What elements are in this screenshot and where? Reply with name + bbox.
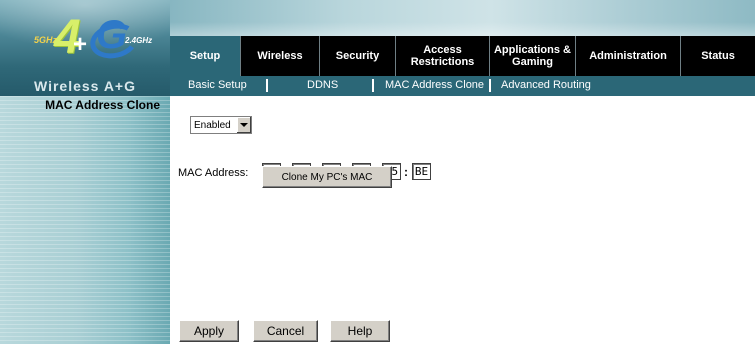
tab-applications-gaming[interactable]: Applications & Gaming <box>489 36 575 76</box>
subtab-separator <box>372 79 374 92</box>
mac-clone-select-value: Enabled <box>194 119 231 131</box>
product-name: Wireless A+G <box>33 78 136 94</box>
apply-button[interactable]: Apply <box>179 320 239 342</box>
header-banner <box>170 0 755 36</box>
tab-setup[interactable]: Setup <box>170 36 240 76</box>
mac-octet-6[interactable] <box>412 163 431 180</box>
subtab-advanced-routing[interactable]: Advanced Routing <box>501 79 591 91</box>
mac-clone-select[interactable]: Enabled <box>190 116 252 134</box>
section-title: MAC Address Clone <box>45 98 160 112</box>
clone-mac-button[interactable]: Clone My PC's MAC <box>262 166 392 188</box>
header: 5GHz 4 + G 2.4GHz Wireless A+G Setup Wir… <box>0 0 755 96</box>
subtab-basic-setup[interactable]: Basic Setup <box>188 79 247 91</box>
cancel-button[interactable]: Cancel <box>253 320 318 342</box>
tab-access-restrictions[interactable]: Access Restrictions <box>395 36 489 76</box>
logo-letter: G <box>96 13 128 57</box>
main-tab-bar: Setup Wireless Security Access Restricti… <box>170 36 755 76</box>
logo-plus: + <box>73 31 88 58</box>
tab-security[interactable]: Security <box>319 36 395 76</box>
mac-colon: : <box>404 165 408 179</box>
subtab-ddns[interactable]: DDNS <box>307 79 338 91</box>
tab-wireless[interactable]: Wireless <box>240 36 319 76</box>
mac-address-label: MAC Address: <box>178 167 249 179</box>
tab-status[interactable]: Status <box>680 36 755 76</box>
chevron-down-icon[interactable] <box>236 117 251 133</box>
subtab-mac-address-clone[interactable]: MAC Address Clone <box>385 79 484 91</box>
sidebar: MAC Address Clone <box>0 96 170 344</box>
logo-panel: 5GHz 4 + G 2.4GHz Wireless A+G <box>0 0 170 96</box>
logo-24ghz-badge: 2.4GHz <box>125 36 153 45</box>
sub-tab-bar: Basic Setup DDNS MAC Address Clone Advan… <box>170 76 755 96</box>
main-content: Enabled MAC Address: : : : : : Clone My … <box>170 96 755 344</box>
subtab-separator <box>489 79 491 92</box>
help-button[interactable]: Help <box>330 320 390 342</box>
subtab-separator <box>266 79 268 92</box>
tab-administration[interactable]: Administration <box>575 36 680 76</box>
